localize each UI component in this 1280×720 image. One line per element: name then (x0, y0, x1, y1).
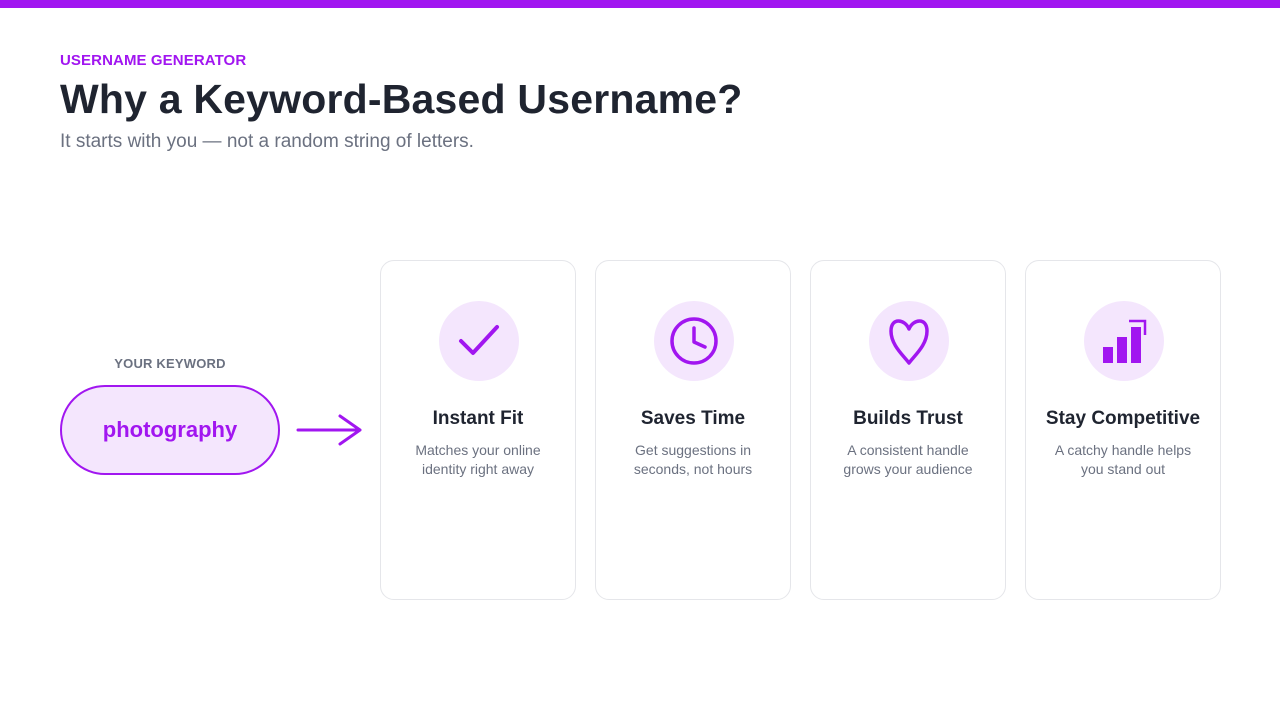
card-title: Builds Trust (853, 408, 963, 429)
keyword-pill[interactable]: photography (60, 385, 280, 475)
feature-card-saves-time: Saves Time Get suggestions in seconds, n… (595, 260, 791, 600)
bar-chart-icon (1084, 301, 1164, 381)
page-header: USERNAME GENERATOR Why a Keyword-Based U… (60, 52, 743, 153)
heart-icon (869, 301, 949, 381)
keyword-label: YOUR KEYWORD (114, 356, 226, 371)
eyebrow-label: USERNAME GENERATOR (60, 52, 247, 69)
card-description: A consistent handle grows your audience (843, 442, 973, 477)
page-subtitle: It starts with you — not a random string… (60, 131, 474, 152)
arrow-right-icon (296, 414, 362, 446)
feature-card-stay-competitive: Stay Competitive A catchy handle helps y… (1025, 260, 1221, 600)
page-title: Why a Keyword-Based Username? (60, 76, 743, 122)
feature-card-instant-fit: Instant Fit Matches your online identity… (380, 260, 576, 600)
card-title: Saves Time (640, 408, 746, 429)
card-title: Instant Fit (432, 408, 524, 429)
card-title: Stay Competitive (1045, 408, 1201, 429)
card-description: Matches your online identity right away (415, 442, 541, 477)
checkmark-icon (439, 301, 519, 381)
card-description: A catchy handle helps you stand out (1054, 442, 1192, 477)
top-accent-bar (0, 0, 1280, 8)
clock-icon (654, 301, 734, 381)
card-description: Get suggestions in seconds, not hours (633, 442, 753, 477)
feature-card-builds-trust: Builds Trust A consistent handle grows y… (810, 260, 1006, 600)
